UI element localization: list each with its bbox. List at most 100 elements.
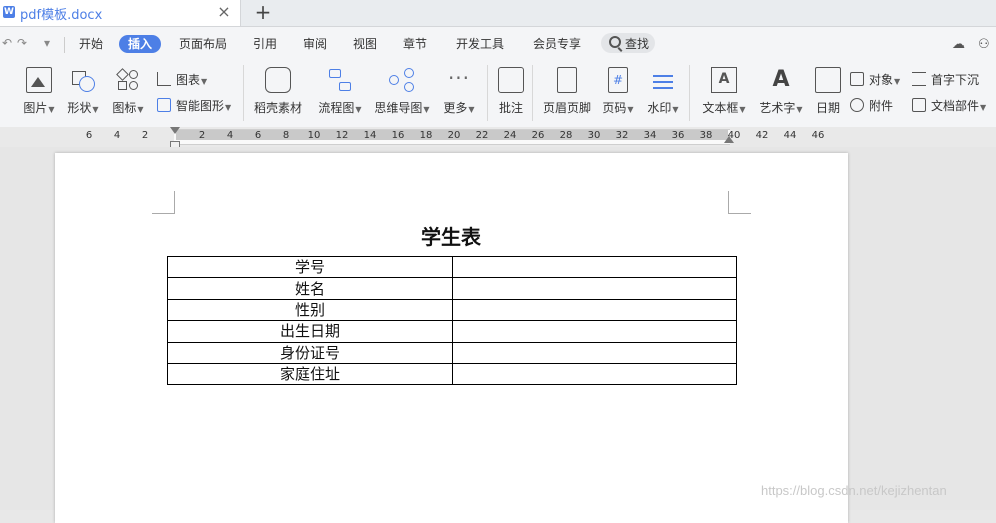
- page-number-label: 页码: [602, 101, 627, 115]
- horizontal-ruler[interactable]: 6 4 2 2 4 6 8 10 12 14 16 18 20 22 24 26 28 30 32 34 36 38 40 4…: [0, 127, 996, 149]
- ruler-tick-label: 24: [503, 130, 517, 141]
- picture-button[interactable]: 图片▼: [22, 67, 56, 116]
- ruler-tick-label: 34: [643, 130, 657, 141]
- comment-label: 批注: [498, 101, 523, 115]
- table-cell-label[interactable]: 学号: [167, 255, 453, 279]
- menu-section[interactable]: 章节: [403, 36, 427, 52]
- mindmap-button[interactable]: 思维导图▼: [373, 67, 431, 116]
- margin-corner-top-right: [728, 191, 751, 214]
- table-cell-value[interactable]: [452, 362, 737, 386]
- shape-button[interactable]: 形状▼: [66, 67, 100, 116]
- ruler-tick-label: 10: [307, 130, 321, 141]
- watermark-button[interactable]: 水印▼: [645, 67, 681, 116]
- page-number-button[interactable]: # 页码▼: [600, 67, 636, 116]
- ruler-tick-label: 22: [475, 130, 489, 141]
- table-cell-label[interactable]: 家庭住址: [167, 362, 453, 386]
- undo-icon[interactable]: ↶: [2, 36, 12, 50]
- more-button[interactable]: ··· 更多▼: [441, 67, 477, 116]
- ruler-tick-label: 12: [335, 130, 349, 141]
- collaborate-icon[interactable]: ⚇: [978, 37, 990, 52]
- ruler-tick-label: 46: [811, 130, 825, 141]
- ruler-tick-label: 26: [531, 130, 545, 141]
- comment-button[interactable]: 批注: [496, 67, 526, 116]
- document-tab[interactable]: W pdf模板.docx ×: [0, 0, 241, 26]
- smart-art-button[interactable]: 智能图形▼: [157, 97, 231, 114]
- ruler-tick-label: 4: [113, 130, 121, 141]
- menu-start[interactable]: 开始: [79, 36, 103, 52]
- date-button[interactable]: 日期: [814, 67, 842, 116]
- menu-review[interactable]: 审阅: [303, 36, 327, 52]
- table-cell-value[interactable]: [452, 277, 737, 300]
- more-icon: ···: [447, 66, 471, 90]
- chart-icon: [157, 72, 171, 86]
- table-cell-label[interactable]: 姓名: [167, 277, 453, 300]
- shape-icon: [70, 67, 96, 93]
- tab-bar: W pdf模板.docx × +: [0, 0, 996, 27]
- document-title[interactable]: 学生表: [355, 221, 547, 250]
- icon-library-button[interactable]: 图标▼: [111, 67, 145, 116]
- document-canvas[interactable]: 学生表 学号 姓名 性别 出生日期 身份证号 家庭住址 https://blog.csdn…: [0, 147, 996, 523]
- menu-page-layout[interactable]: 页面布局: [179, 36, 227, 52]
- table-cell-value[interactable]: [452, 341, 737, 364]
- header-footer-icon: [557, 67, 577, 93]
- redo-icon[interactable]: ↷: [17, 36, 27, 50]
- ruler-tick-label: 20: [447, 130, 461, 141]
- menu-developer-tools[interactable]: 开发工具: [456, 36, 504, 52]
- table-cell-value[interactable]: [452, 320, 737, 343]
- watermark-icon: [650, 67, 676, 93]
- ruler-tick-label: 2: [141, 130, 149, 141]
- shape-label: 形状: [67, 101, 92, 115]
- smart-art-icon: [157, 98, 171, 112]
- object-icon: [850, 72, 864, 86]
- table-cell-label[interactable]: 出生日期: [167, 320, 453, 343]
- menu-references[interactable]: 引用: [253, 36, 277, 52]
- student-table[interactable]: 学号 姓名 性别 出生日期 身份证号 家庭住址: [167, 255, 737, 386]
- search-icon: [609, 36, 621, 48]
- flowchart-icon: [327, 67, 353, 93]
- ribbon-separator: [243, 65, 244, 121]
- docer-material-button[interactable]: 稻壳素材: [252, 67, 304, 116]
- ruler-tick-label: 2: [198, 130, 206, 141]
- ribbon-separator: [532, 65, 533, 121]
- source-watermark: https://blog.csdn.net/kejizhentan: [761, 483, 947, 498]
- mindmap-icon: [389, 67, 415, 93]
- chart-button[interactable]: 图表▼: [157, 71, 207, 88]
- flowchart-label: 流程图: [318, 101, 355, 115]
- flowchart-button[interactable]: 流程图▼: [315, 67, 365, 116]
- table-cell-value[interactable]: [452, 298, 737, 322]
- object-button[interactable]: 对象▼: [850, 71, 900, 88]
- textbox-button[interactable]: A 文本框▼: [700, 67, 748, 116]
- docer-material-label: 稻壳素材: [253, 101, 302, 115]
- drop-cap-label: 首字下沉: [931, 73, 980, 87]
- document-parts-button[interactable]: 文档部件▼: [912, 97, 986, 114]
- menu-membership[interactable]: 会员专享: [533, 36, 581, 52]
- table-cell-label[interactable]: 身份证号: [167, 341, 453, 364]
- insert-ribbon: 图片▼ 形状▼ 图标▼ 图表▼ 智能图形▼ 稻壳素材 流程图▼ 思维导图▼ ··…: [0, 61, 996, 128]
- document-page[interactable]: 学生表 学号 姓名 性别 出生日期 身份证号 家庭住址: [55, 153, 848, 523]
- right-indent-marker[interactable]: [724, 136, 734, 143]
- drop-cap-button[interactable]: 首字下沉: [912, 71, 979, 88]
- wordart-icon: A: [772, 67, 790, 92]
- object-label: 对象: [869, 73, 894, 87]
- attachment-button[interactable]: 附件: [850, 97, 893, 114]
- textbox-icon: A: [711, 67, 737, 93]
- search-label: 查找: [625, 37, 650, 51]
- table-cell-label[interactable]: 性别: [167, 298, 453, 322]
- icon-library-icon: [115, 67, 141, 93]
- close-tab-icon[interactable]: ×: [216, 3, 232, 21]
- menu-view[interactable]: 视图: [353, 36, 377, 52]
- table-cell-value[interactable]: [452, 255, 737, 279]
- menu-insert[interactable]: 插入: [119, 35, 162, 53]
- document-parts-label: 文档部件: [931, 99, 980, 113]
- quick-access-dropdown-icon[interactable]: ▾: [44, 36, 50, 50]
- table-row: 出生日期: [167, 320, 737, 343]
- new-tab-icon[interactable]: +: [253, 1, 273, 23]
- document-parts-icon: [912, 98, 926, 112]
- search-button[interactable]: 查找: [601, 33, 655, 53]
- wordart-button[interactable]: A 艺术字▼: [757, 67, 805, 116]
- ruler-tick-label: 30: [587, 130, 601, 141]
- first-line-indent-marker[interactable]: [170, 127, 180, 134]
- ruler-tick-label: 32: [615, 130, 629, 141]
- cloud-sync-icon[interactable]: ☁: [952, 37, 965, 52]
- header-footer-button[interactable]: 页眉页脚: [541, 67, 593, 116]
